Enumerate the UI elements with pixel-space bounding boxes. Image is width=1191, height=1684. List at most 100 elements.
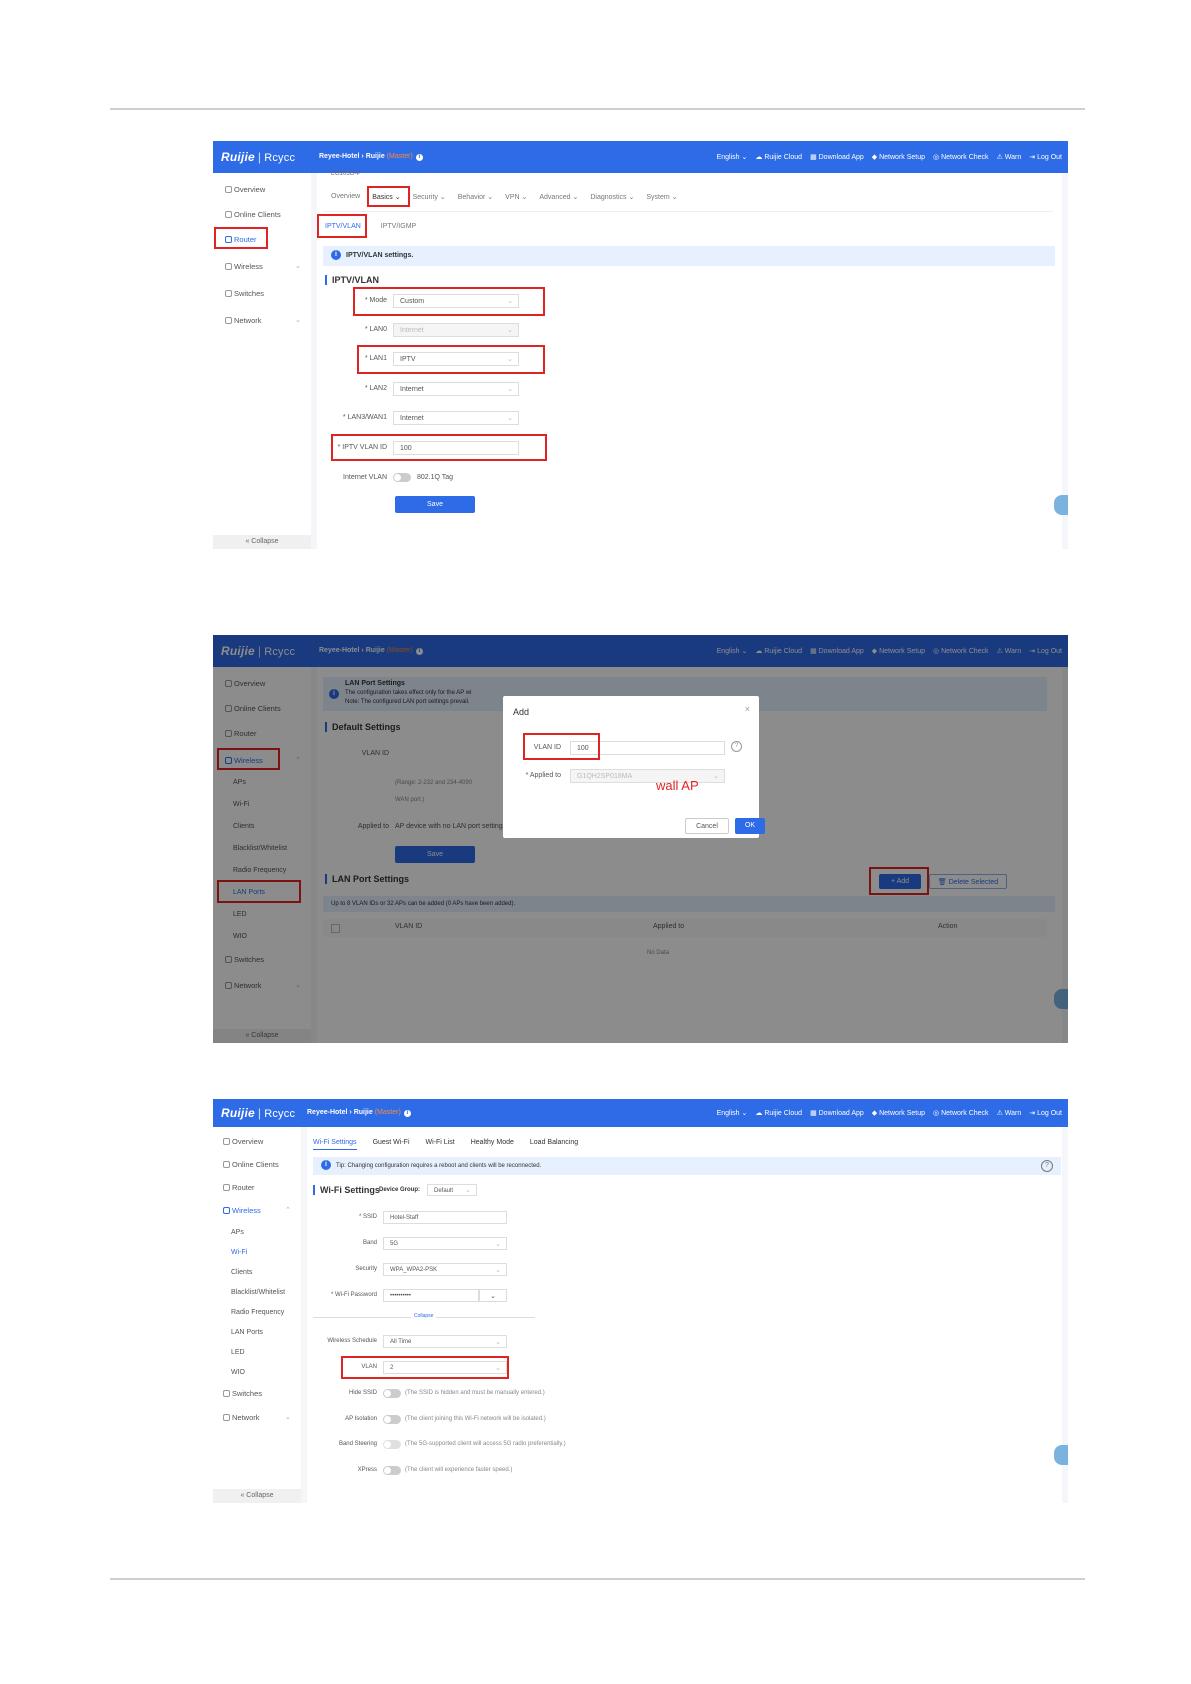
ap-isolation-label: AP Isolation: [345, 1416, 377, 1422]
tab-healthy-mode[interactable]: Healthy Mode: [471, 1139, 514, 1150]
tab-load-balancing[interactable]: Load Balancing: [530, 1139, 578, 1150]
sidebar-item-online-clients[interactable]: Online Clients: [223, 1160, 279, 1169]
close-icon[interactable]: ×: [745, 704, 750, 714]
wall-ap-annotation: wall AP: [656, 778, 699, 793]
band-steering-toggle[interactable]: [383, 1440, 401, 1449]
device-model: EG105G-P: [331, 171, 361, 177]
top-nav: English ⌄ ☁ Ruijie Cloud ▦ Download App …: [717, 153, 1062, 161]
highlight-lan1: [357, 345, 545, 374]
sidebar-item-network[interactable]: Network: [225, 316, 262, 325]
sidebar-sub-wifi[interactable]: Wi-Fi: [231, 1249, 247, 1256]
device-group-select[interactable]: Default ⌄: [427, 1184, 477, 1196]
tab-wifi-list[interactable]: Wi-Fi List: [426, 1139, 455, 1150]
nav-logout[interactable]: ⇥ Log Out: [1029, 1109, 1062, 1117]
ok-button[interactable]: OK: [735, 818, 765, 834]
breadcrumb[interactable]: Reyee-Hotel › Ruijie (Master) i: [307, 1109, 411, 1117]
xpress-label: XPress: [357, 1467, 377, 1473]
internet-vlan-label: Internet VLAN: [343, 474, 387, 481]
nav-network-setup[interactable]: ◆ Network Setup: [872, 1109, 925, 1117]
wifi-settings-title: Wi-Fi Settings: [313, 1185, 380, 1195]
nav-language[interactable]: English ⌄: [717, 1109, 748, 1117]
lan2-select[interactable]: Internet ⌄: [393, 382, 519, 396]
sidebar-item-switches[interactable]: Switches: [223, 1389, 262, 1398]
tab-diagnostics[interactable]: Diagnostics ⌄: [590, 193, 634, 201]
security-select[interactable]: WPA_WPA2-PSK ⌄: [383, 1263, 507, 1276]
nav-cloud[interactable]: ☁ Ruijie Cloud: [755, 153, 802, 161]
sidebar-sub-led[interactable]: LED: [231, 1349, 245, 1356]
xpress-toggle[interactable]: [383, 1466, 401, 1475]
lan3-wan1-select[interactable]: Internet ⌄: [393, 411, 519, 425]
sidebar-item-switches[interactable]: Switches: [225, 289, 264, 298]
nav-warn[interactable]: ⚠ Warn: [997, 1109, 1022, 1117]
chevron-down-icon: ⌄: [495, 1339, 501, 1346]
tab-guest-wifi[interactable]: Guest Wi-Fi: [373, 1139, 410, 1150]
band-select[interactable]: 5G ⌄: [383, 1237, 507, 1250]
help-icon[interactable]: ?: [731, 741, 742, 752]
add-dialog: Add × VLAN ID 100 ? * Applied to G1QH2SP…: [503, 696, 765, 838]
cancel-button[interactable]: Cancel: [685, 818, 729, 834]
divider: [323, 211, 1053, 212]
wireless-schedule-select[interactable]: All Time ⌄: [383, 1335, 507, 1348]
sidebar-item-wireless[interactable]: Wireless: [225, 262, 263, 271]
sidebar-item-network[interactable]: Network: [223, 1413, 260, 1422]
dialog-applied-label: * Applied to: [525, 772, 561, 779]
tag-toggle[interactable]: [393, 473, 411, 482]
wifi-password-label: * Wi-Fi Password: [330, 1292, 377, 1298]
sidebar-sub-radio[interactable]: Radio Frequency: [231, 1309, 284, 1316]
password-dropdown-button[interactable]: ⌄: [479, 1289, 507, 1302]
chevron-down-icon: ⌄: [495, 1241, 501, 1248]
save-button[interactable]: Save: [395, 496, 475, 513]
nav-language[interactable]: English ⌄: [717, 153, 748, 161]
nav-network-check[interactable]: ◎ Network Check: [933, 1109, 989, 1117]
sidebar-sub-aps[interactable]: APs: [231, 1229, 244, 1236]
ssid-input[interactable]: Hotel-Staff: [383, 1211, 507, 1224]
nav-network-check[interactable]: ◎ Network Check: [933, 153, 989, 161]
nav-network-setup[interactable]: ◆ Network Setup: [872, 153, 925, 161]
nav-download-app[interactable]: ▦ Download App: [810, 153, 864, 161]
tab-advanced[interactable]: Advanced ⌄: [539, 193, 578, 201]
help-float-icon[interactable]: [1054, 495, 1068, 515]
sidebar-sub-blacklist[interactable]: Blacklist/Whitelist: [231, 1289, 285, 1296]
page-top-rule: [110, 108, 1085, 110]
collapse-button[interactable]: « Collapse: [213, 1489, 301, 1503]
sidebar-item-wireless[interactable]: Wireless: [223, 1206, 261, 1215]
collapse-link[interactable]: Collapse: [411, 1313, 437, 1319]
hide-ssid-toggle[interactable]: [383, 1389, 401, 1398]
collapse-button[interactable]: « Collapse: [213, 535, 311, 549]
nav-logout[interactable]: ⇥ Log Out: [1029, 153, 1062, 161]
sidebar-sub-wio[interactable]: WIO: [231, 1369, 245, 1376]
nav-warn[interactable]: ⚠ Warn: [997, 153, 1022, 161]
sidebar-item-overview[interactable]: Overview: [225, 185, 265, 194]
sidebar-sub-lan-ports[interactable]: LAN Ports: [231, 1329, 263, 1336]
router-icon: [223, 1184, 230, 1191]
tab-vpn[interactable]: VPN ⌄: [505, 193, 527, 201]
help-icon[interactable]: ?: [1041, 1160, 1053, 1172]
help-float-icon[interactable]: [1054, 1445, 1068, 1465]
content-panel: Wi-Fi Settings Guest Wi-Fi Wi-Fi List He…: [307, 1127, 1062, 1503]
chevron-down-icon: ⌄: [490, 1293, 496, 1300]
sidebar: Overview Online Clients Router Wireless …: [213, 173, 312, 549]
nav-download-app[interactable]: ▦ Download App: [810, 1109, 864, 1117]
device-group-label: Device Group:: [379, 1187, 421, 1193]
brand-logo: Ruijie | Rcycc: [221, 150, 296, 164]
tab-iptv-igmp[interactable]: IPTV/IGMP: [381, 223, 416, 230]
nav-cloud[interactable]: ☁ Ruijie Cloud: [755, 1109, 802, 1117]
sidebar-sub-clients[interactable]: Clients: [231, 1269, 252, 1276]
wifi-password-input[interactable]: ••••••••••: [383, 1289, 479, 1302]
tab-security[interactable]: Security ⌄: [413, 193, 446, 201]
top-bar: Ruijie | Rcycc Reyee-Hotel › Ruijie (Maste…: [213, 141, 1068, 173]
ap-isolation-toggle[interactable]: [383, 1415, 401, 1424]
sidebar-item-router[interactable]: Router: [223, 1183, 255, 1192]
band-steering-label: Band Steering: [338, 1441, 377, 1447]
sidebar-item-online-clients[interactable]: Online Clients: [225, 210, 281, 219]
dialog-applied-select[interactable]: G1QH2SP018MA ⌄: [570, 769, 725, 783]
tab-system[interactable]: System ⌄: [646, 193, 677, 201]
tab-wifi-settings[interactable]: Wi-Fi Settings: [313, 1139, 357, 1150]
chevron-down-icon: ⌄: [495, 1267, 501, 1274]
tab-overview[interactable]: Overview: [331, 193, 360, 201]
breadcrumb[interactable]: Reyee-Hotel › Ruijie (Master) i: [319, 153, 423, 161]
chevron-down-icon: ⌄: [507, 415, 513, 422]
tab-behavior[interactable]: Behavior ⌄: [458, 193, 493, 201]
lan0-label: * LAN0: [364, 326, 387, 333]
sidebar-item-overview[interactable]: Overview: [223, 1137, 263, 1146]
